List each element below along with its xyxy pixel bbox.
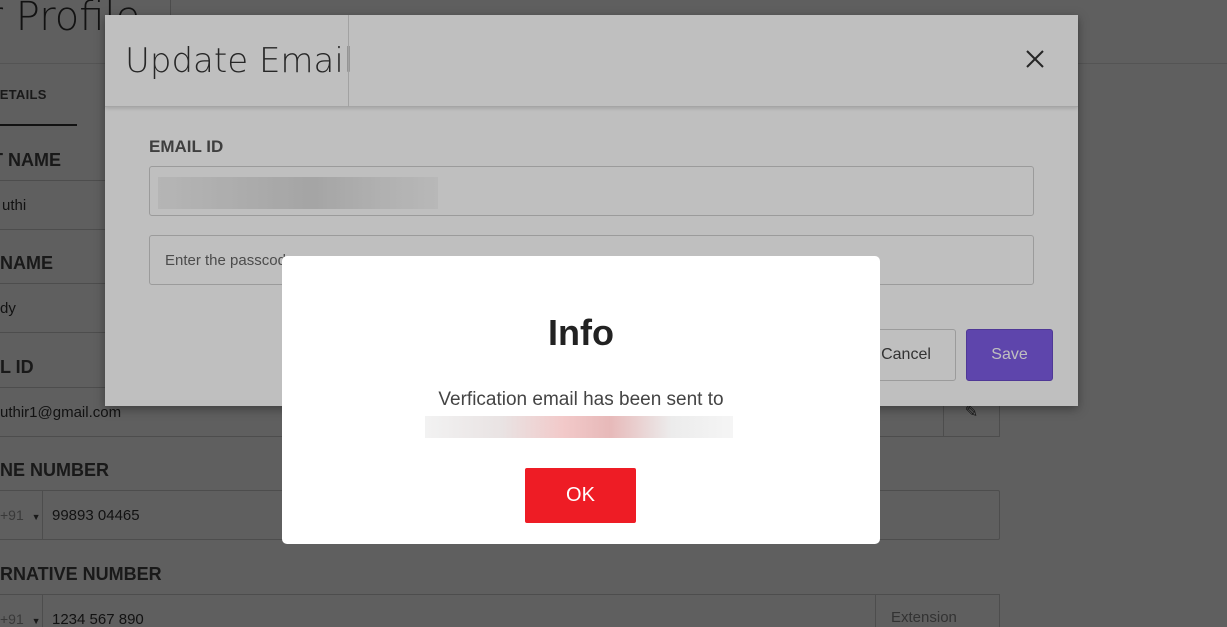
info-title: Info — [548, 312, 614, 353]
info-message: Verfication email has been sent to — [438, 389, 724, 410]
redacted-email-address — [425, 416, 733, 438]
info-dialog: Info Verfication email has been sent to … — [282, 256, 880, 544]
ok-button[interactable]: OK — [525, 468, 636, 523]
